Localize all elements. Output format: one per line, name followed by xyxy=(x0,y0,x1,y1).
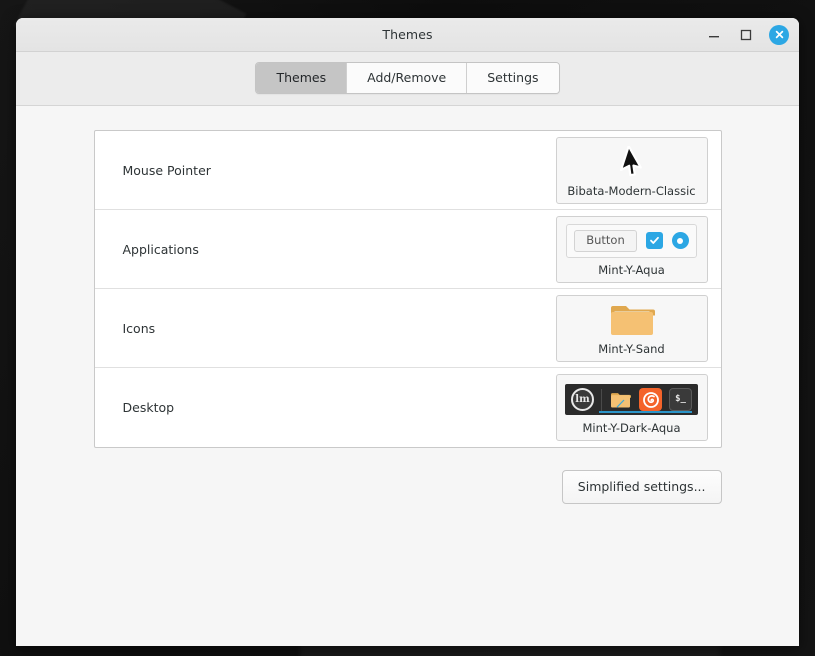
sample-button: Button xyxy=(574,229,637,253)
folder-preview xyxy=(563,302,701,339)
desktop-theme-name: Mint-Y-Dark-Aqua xyxy=(582,421,681,435)
tabbar-container: Themes Add/Remove Settings xyxy=(16,52,799,106)
folder-icon xyxy=(609,388,632,411)
row-label-desktop: Desktop xyxy=(122,400,175,415)
icons-theme-name: Mint-Y-Sand xyxy=(598,341,665,356)
desktop-panel-preview: lm $_ xyxy=(565,384,698,415)
checkbox-icon xyxy=(645,232,663,250)
tab-settings[interactable]: Settings xyxy=(467,63,559,93)
row-label-icons: Icons xyxy=(122,320,156,336)
tabbar: Themes Add/Remove Settings xyxy=(255,62,560,94)
mouse-pointer-theme-name: Bibata-Modern-Classic xyxy=(567,183,696,198)
radio-button-icon xyxy=(671,232,689,250)
cursor-preview xyxy=(563,144,701,181)
row-label-applications: Applications xyxy=(122,241,199,257)
firefox-icon xyxy=(639,388,662,411)
simplified-settings-button[interactable]: Simplified settings... xyxy=(561,470,722,504)
row-label-mouse-pointer: Mouse Pointer xyxy=(122,162,211,178)
table-row: Icons Mint-Y-Sand xyxy=(94,289,721,368)
content-area: Mouse Pointer Bibata-Modern-Classic Appl… xyxy=(16,106,799,646)
window-titlebar[interactable]: Themes xyxy=(16,18,799,52)
mouse-pointer-theme-button[interactable]: Bibata-Modern-Classic xyxy=(555,136,708,204)
window-title: Themes xyxy=(382,27,433,42)
panel-preview-wrap: lm $_ xyxy=(563,381,701,418)
cursor-icon xyxy=(619,146,642,177)
maximize-icon[interactable] xyxy=(737,26,755,44)
desktop-theme-button[interactable]: lm $_ Mint-Y-Dark-Aqua xyxy=(555,374,708,441)
icons-theme-button[interactable]: Mint-Y-Sand xyxy=(555,294,708,362)
tab-add-remove[interactable]: Add/Remove xyxy=(347,63,468,93)
mint-menu-icon: lm xyxy=(571,388,594,411)
applications-theme-button[interactable]: Button Mint-Y-Aqua xyxy=(555,215,708,283)
table-row: Desktop lm $_ Mint-Y-Dark-Aqua xyxy=(95,368,721,447)
theme-list: Mouse Pointer Bibata-Modern-Classic Appl… xyxy=(93,130,722,448)
folder-icon xyxy=(610,306,655,335)
applications-theme-name: Mint-Y-Aqua xyxy=(598,262,665,277)
minimize-icon[interactable] xyxy=(705,26,723,44)
tab-themes[interactable]: Themes xyxy=(256,63,348,93)
terminal-icon: $_ xyxy=(669,388,692,411)
panel-separator xyxy=(601,388,602,411)
widgets-preview: Button xyxy=(563,223,701,260)
close-icon[interactable] xyxy=(769,24,789,45)
widget-sample-group: Button xyxy=(566,223,697,259)
footer-bar: Simplified settings... xyxy=(94,470,722,504)
themes-window: Themes Themes Add/Remove Settings Mouse … xyxy=(16,18,799,646)
window-controls xyxy=(705,24,799,45)
table-row: Applications Button Mint-Y-Aqua xyxy=(94,210,721,289)
table-row: Mouse Pointer Bibata-Modern-Classic xyxy=(94,131,721,210)
